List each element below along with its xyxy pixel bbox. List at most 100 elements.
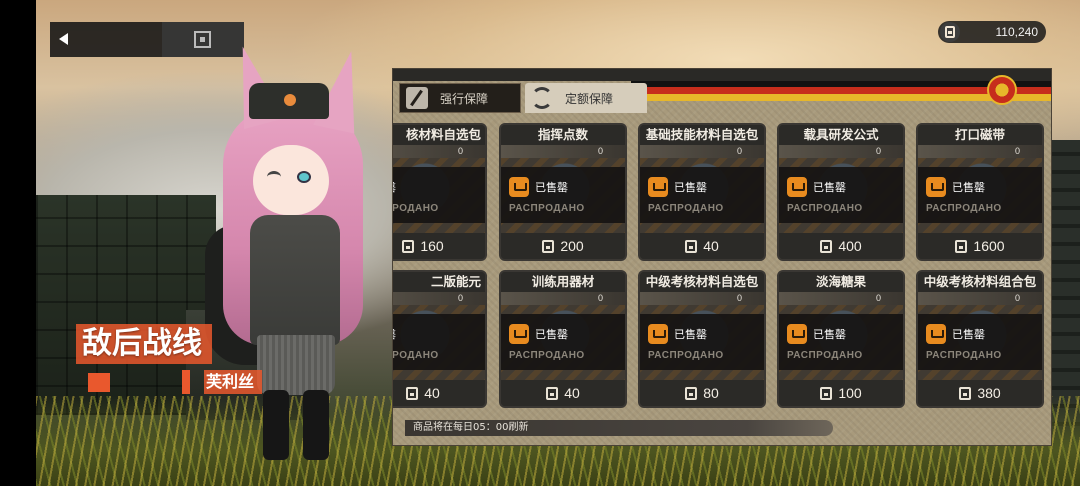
sold-out-overlay: 已售罄 РАСПРОДАНО	[392, 314, 485, 370]
character-shorts	[257, 335, 335, 395]
shopping-cart-icon	[509, 177, 529, 197]
supply-token-icon	[685, 386, 698, 400]
sold-out-overlay: 已售罄 РАСПРОДАНО	[779, 314, 903, 370]
character-body	[250, 215, 340, 345]
tab-forced-supply[interactable]: 强行保障	[399, 83, 521, 113]
sold-out-label-ru: РАСПРОДАНО	[392, 350, 439, 361]
sold-out-label-ru: РАСПРОДАНО	[787, 350, 863, 361]
sold-out-label-ru: РАСПРОДАНО	[392, 203, 439, 214]
shop-item-card[interactable]: 二版能元0 已售罄 РАСПРОДАНО 40	[392, 270, 487, 408]
item-price: 1600	[918, 233, 1042, 259]
currency-display: 110,240	[938, 21, 1046, 43]
price-value: 200	[560, 238, 584, 254]
supply-token-icon	[546, 386, 559, 400]
item-stock-count: 0	[779, 292, 903, 305]
shopping-cart-icon	[787, 324, 807, 344]
sold-out-overlay: 已售罄 РАСПРОДАНО	[501, 314, 625, 370]
sold-out-label: 已售罄	[393, 179, 396, 195]
item-name: 二版能元	[393, 272, 485, 292]
hat-badge-icon	[284, 94, 296, 106]
shop-item-card[interactable]: 基础技能材料自选包 0 已售罄 РАСПРОДАНО 40	[638, 123, 766, 261]
item-name: 指挥点数	[501, 125, 625, 145]
item-stock-count: 0	[501, 292, 625, 305]
shop-item-card[interactable]: 打口磁带 0 已售罄 РАСПРОДАНО 1600	[916, 123, 1044, 261]
slash-icon	[406, 87, 428, 109]
sold-out-label-ru: РАСПРОДАНО	[509, 203, 585, 214]
price-value: 400	[838, 238, 862, 254]
item-stock-count: 0	[393, 145, 485, 158]
item-name: 基础技能材料自选包	[640, 125, 764, 145]
item-price: 80	[640, 380, 764, 406]
sold-out-label: 已售罄	[674, 328, 707, 341]
sold-out-label: 已售罄	[393, 326, 396, 342]
supply-token-icon	[955, 239, 968, 253]
item-name: 中级考核材料组合包	[918, 272, 1042, 292]
shop-item-card[interactable]: 淡海糖果 0 已售罄 РАСПРОДАНО 100	[777, 270, 905, 408]
supply-token-icon	[406, 386, 419, 400]
item-stock-count: 0	[918, 145, 1042, 158]
item-name: 载具研发公式	[779, 125, 903, 145]
supply-token-icon	[685, 239, 698, 253]
price-value: 40	[703, 238, 719, 254]
item-stock-count: 0	[640, 292, 764, 305]
item-price: 40	[393, 380, 485, 406]
event-accent-block	[88, 373, 110, 392]
event-title: 敌后战线	[76, 324, 212, 364]
shop-item-card[interactable]: 训练用器材 0 已售罄 РАСПРОДАНО 40	[499, 270, 627, 408]
sold-out-label: 已售罄	[952, 181, 985, 194]
sold-out-label-ru: РАСПРОДАНО	[509, 350, 585, 361]
item-price: 100	[779, 380, 903, 406]
supply-token-icon	[820, 239, 833, 253]
sold-out-overlay: 已售罄 РАСПРОДАНО	[640, 167, 764, 223]
item-price: 380	[918, 380, 1042, 406]
shop-item-card[interactable]: 指挥点数 0 已售罄 РАСПРОДАНО 200	[499, 123, 627, 261]
character-name: 芙利丝	[182, 370, 263, 394]
item-stock-count: 0	[393, 292, 485, 305]
refresh-note: 商品将在每日05：00刷新	[405, 420, 833, 436]
item-stock-count: 0	[640, 145, 764, 158]
shop-panel: 强行保障 定额保障 核材料自选包0已售罄РАСПРОДАНО160指挥点数0已售…	[392, 68, 1052, 446]
sold-out-label-ru: РАСПРОДАНО	[787, 203, 863, 214]
sold-out-label: 已售罄	[535, 181, 568, 194]
back-arrow-icon	[59, 33, 68, 45]
sold-out-label: 已售罄	[813, 328, 846, 341]
item-name: 训练用器材	[501, 272, 625, 292]
shop-item-card[interactable]: 中级考核材料自选包 0 已售罄 РАСПРОДАНО 80	[638, 270, 766, 408]
price-value: 160	[420, 238, 444, 254]
sold-out-label-ru: РАСПРОДАНО	[926, 350, 1002, 361]
item-name: 打口磁带	[918, 125, 1042, 145]
sold-out-label: 已售罄	[813, 181, 846, 194]
sold-out-overlay: 已售罄 РАСПРОДАНО	[392, 167, 485, 223]
supply-token-icon	[959, 386, 972, 400]
tab-label: 定额保障	[565, 91, 614, 106]
refresh-icon	[531, 87, 553, 109]
shopping-cart-icon	[926, 177, 946, 197]
character-hat	[249, 83, 329, 119]
eye-closed	[267, 171, 281, 183]
shop-item-card[interactable]: 载具研发公式 0 已售罄 РАСПРОДАНО 400	[777, 123, 905, 261]
sold-out-label: 已售罄	[535, 328, 568, 341]
screen-edge	[0, 0, 36, 486]
sold-out-overlay: 已售罄 РАСПРОДАНО	[918, 314, 1042, 370]
sold-out-label: 已售罄	[674, 181, 707, 194]
sold-out-overlay: 已售罄 РАСПРОДАНО	[779, 167, 903, 223]
character-face	[253, 145, 329, 215]
item-name: 中级考核材料自选包	[640, 272, 764, 292]
sold-out-overlay: 已售罄 РАСПРОДАНО	[501, 167, 625, 223]
supply-token-icon	[940, 22, 960, 42]
price-value: 40	[564, 385, 580, 401]
shop-item-card[interactable]: 中级考核材料组合包 0 已售罄 РАСПРОДАНО 380	[916, 270, 1044, 408]
item-price: 40	[640, 233, 764, 259]
character-leg-right	[303, 390, 329, 460]
item-name: 核材料自选包	[393, 125, 485, 145]
tab-label: 强行保障	[440, 91, 489, 106]
shop-item-card[interactable]: 核材料自选包0 已售罄 РАСПРОДАНО 160	[392, 123, 487, 261]
supply-token-icon	[820, 386, 833, 400]
character-chibi	[205, 40, 375, 465]
back-button[interactable]	[50, 22, 162, 57]
price-value: 100	[838, 385, 862, 401]
item-price: 200	[501, 233, 625, 259]
price-value: 380	[977, 385, 1001, 401]
faction-emblem-icon	[987, 75, 1017, 105]
tab-quota-supply[interactable]: 定额保障	[525, 83, 647, 113]
